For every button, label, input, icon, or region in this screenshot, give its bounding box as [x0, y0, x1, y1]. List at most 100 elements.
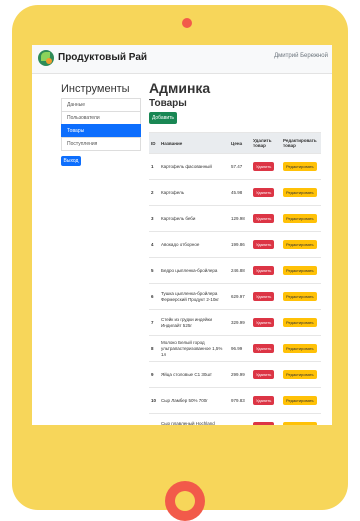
cell-name: Картофель — [159, 179, 229, 206]
edit-button[interactable]: Редактировать — [283, 162, 317, 171]
table-row: 11Сыр плавленый Hochland Сливочный 55% 2… — [149, 413, 321, 425]
table-row: 7 Стейк из грудки индейки Индилайт 525г 32… — [149, 309, 321, 336]
products-table: ID Название Цена Удалить товар Редактиро… — [149, 132, 321, 425]
cell-edit: Редактировать — [281, 283, 321, 310]
table-row: 3 Картофель беби 129.98 Удалить Редактироват… — [149, 205, 321, 232]
sidebar-item-products[interactable]: Товары — [61, 124, 141, 138]
cell-delete: Удалить — [251, 231, 281, 258]
column-header-edit: Редактировать товар — [281, 132, 321, 154]
cell-id: 2 — [149, 179, 159, 206]
cell-name: Авокадо отборное — [159, 231, 229, 258]
column-header-delete: Удалить товар — [251, 132, 281, 154]
cell-delete: Удалить — [251, 283, 281, 310]
cell-name: Картофель фасованный — [159, 153, 229, 180]
cell-edit: Редактировать — [281, 205, 321, 232]
cell-id: 3 — [149, 205, 159, 232]
table-header-row: ID Название Цена Удалить товар Редактиро… — [149, 132, 321, 154]
table-row: 1 Картофель фасованный 57.47 Удалить Редакти… — [149, 153, 321, 180]
cell-delete: Удалить — [251, 153, 281, 180]
screen: Продуктовый Рай Дмитрий Бережной Инструм… — [32, 45, 332, 425]
delete-button[interactable]: Удалить — [253, 396, 275, 405]
edit-button[interactable]: Редактировать — [283, 214, 317, 223]
table-row: 10 Сыр Ламбер 50% 700г 979.83 Удалить Редакт… — [149, 387, 321, 414]
delete-button[interactable]: Удалить — [253, 422, 275, 425]
sidebar-menu: Данные Пользователи Товары Поступления — [61, 98, 141, 151]
column-header-price: Цена — [229, 132, 251, 154]
delete-button[interactable]: Удалить — [253, 188, 275, 197]
sidebar-item-users[interactable]: Пользователи — [61, 111, 141, 125]
delete-button[interactable]: Удалить — [253, 370, 275, 379]
sidebar-title: Инструменты — [61, 83, 130, 95]
cell-name: Тушка цыпленка-бройлера Фермерский Проду… — [159, 283, 229, 310]
home-button[interactable] — [165, 481, 205, 521]
column-header-name: Название — [159, 132, 229, 154]
user-name[interactable]: Дмитрий Бережной — [274, 53, 328, 59]
delete-button[interactable]: Удалить — [253, 318, 275, 327]
delete-button[interactable]: Удалить — [253, 292, 275, 301]
cell-price: 329.99 — [229, 309, 251, 336]
cell-edit: Редактировать — [281, 335, 321, 362]
cell-edit: Редактировать — [281, 257, 321, 284]
navbar: Продуктовый Рай Дмитрий Бережной — [32, 45, 332, 74]
logo-icon[interactable] — [38, 50, 54, 66]
add-product-button[interactable]: Добавить — [149, 112, 177, 124]
edit-button[interactable]: Редактировать — [283, 266, 317, 275]
cell-delete: Удалить — [251, 257, 281, 284]
cell-delete: Удалить — [251, 335, 281, 362]
cell-edit: Редактировать — [281, 179, 321, 206]
logo-fruit — [46, 58, 52, 64]
home-button-inner — [175, 491, 195, 511]
page-title: Админка — [149, 80, 211, 96]
cell-delete: Удалить — [251, 179, 281, 206]
edit-button[interactable]: Редактировать — [283, 344, 317, 353]
cell-price: 199.86 — [229, 231, 251, 258]
edit-button[interactable]: Редактировать — [283, 240, 317, 249]
cell-edit: Редактировать — [281, 413, 321, 425]
cell-name: Стейк из грудки индейки Индилайт 525г — [159, 309, 229, 336]
cell-price: 299.99 — [229, 361, 251, 388]
delete-button[interactable]: Удалить — [253, 266, 275, 275]
cell-delete: Удалить — [251, 361, 281, 388]
exit-button[interactable]: Выход — [61, 156, 81, 166]
sidebar-item-data[interactable]: Данные — [61, 98, 141, 112]
edit-button[interactable]: Редактировать — [283, 422, 317, 425]
cell-price: 57.47 — [229, 153, 251, 180]
cell-name: Яйца столовые С1 30шт — [159, 361, 229, 388]
cell-id: 11 — [149, 413, 159, 425]
table-row: 9 Яйца столовые С1 30шт 299.99 Удалить Редак… — [149, 361, 321, 388]
cell-name: Картофель беби — [159, 205, 229, 232]
edit-button[interactable]: Редактировать — [283, 318, 317, 327]
cell-id: 10 — [149, 387, 159, 414]
section-title: Товары — [149, 98, 187, 109]
table-row: 6 Тушка цыпленка-бройлера Фермерский Прод… — [149, 283, 321, 310]
table-row: 5 Бедро цыпленка-бройлера 246.88 Удалить Ред… — [149, 257, 321, 284]
brand-name[interactable]: Продуктовый Рай — [58, 52, 147, 63]
cell-delete: Удалить — [251, 387, 281, 414]
cell-edit: Редактировать — [281, 361, 321, 388]
edit-button[interactable]: Редактировать — [283, 188, 317, 197]
cell-delete: Удалить — [251, 205, 281, 232]
cell-price: 96.99 — [229, 335, 251, 362]
cell-price: 246.88 — [229, 257, 251, 284]
edit-button[interactable]: Редактировать — [283, 396, 317, 405]
cell-id: 9 — [149, 361, 159, 388]
cell-delete: Удалить — [251, 309, 281, 336]
cell-name: Бедро цыпленка-бройлера — [159, 257, 229, 284]
table-row: 4 Авокадо отборное 199.86 Удалить Редактиров… — [149, 231, 321, 258]
cell-price: 629.97 — [229, 283, 251, 310]
sidebar-item-receipts[interactable]: Поступления — [61, 137, 141, 151]
table-row: 2 Картофель 45.98 Удалить Редактировать — [149, 179, 321, 206]
cell-edit: Редактировать — [281, 309, 321, 336]
edit-button[interactable]: Редактировать — [283, 292, 317, 301]
cell-price: 169.99 — [229, 413, 251, 425]
cell-delete: Удалить — [251, 413, 281, 425]
cell-edit: Редактировать — [281, 387, 321, 414]
cell-id: 5 — [149, 257, 159, 284]
delete-button[interactable]: Удалить — [253, 240, 275, 249]
cell-price: 129.98 — [229, 205, 251, 232]
delete-button[interactable]: Удалить — [253, 162, 275, 171]
delete-button[interactable]: Удалить — [253, 214, 275, 223]
cell-edit: Редактировать — [281, 153, 321, 180]
edit-button[interactable]: Редактировать — [283, 370, 317, 379]
delete-button[interactable]: Удалить — [253, 344, 275, 353]
